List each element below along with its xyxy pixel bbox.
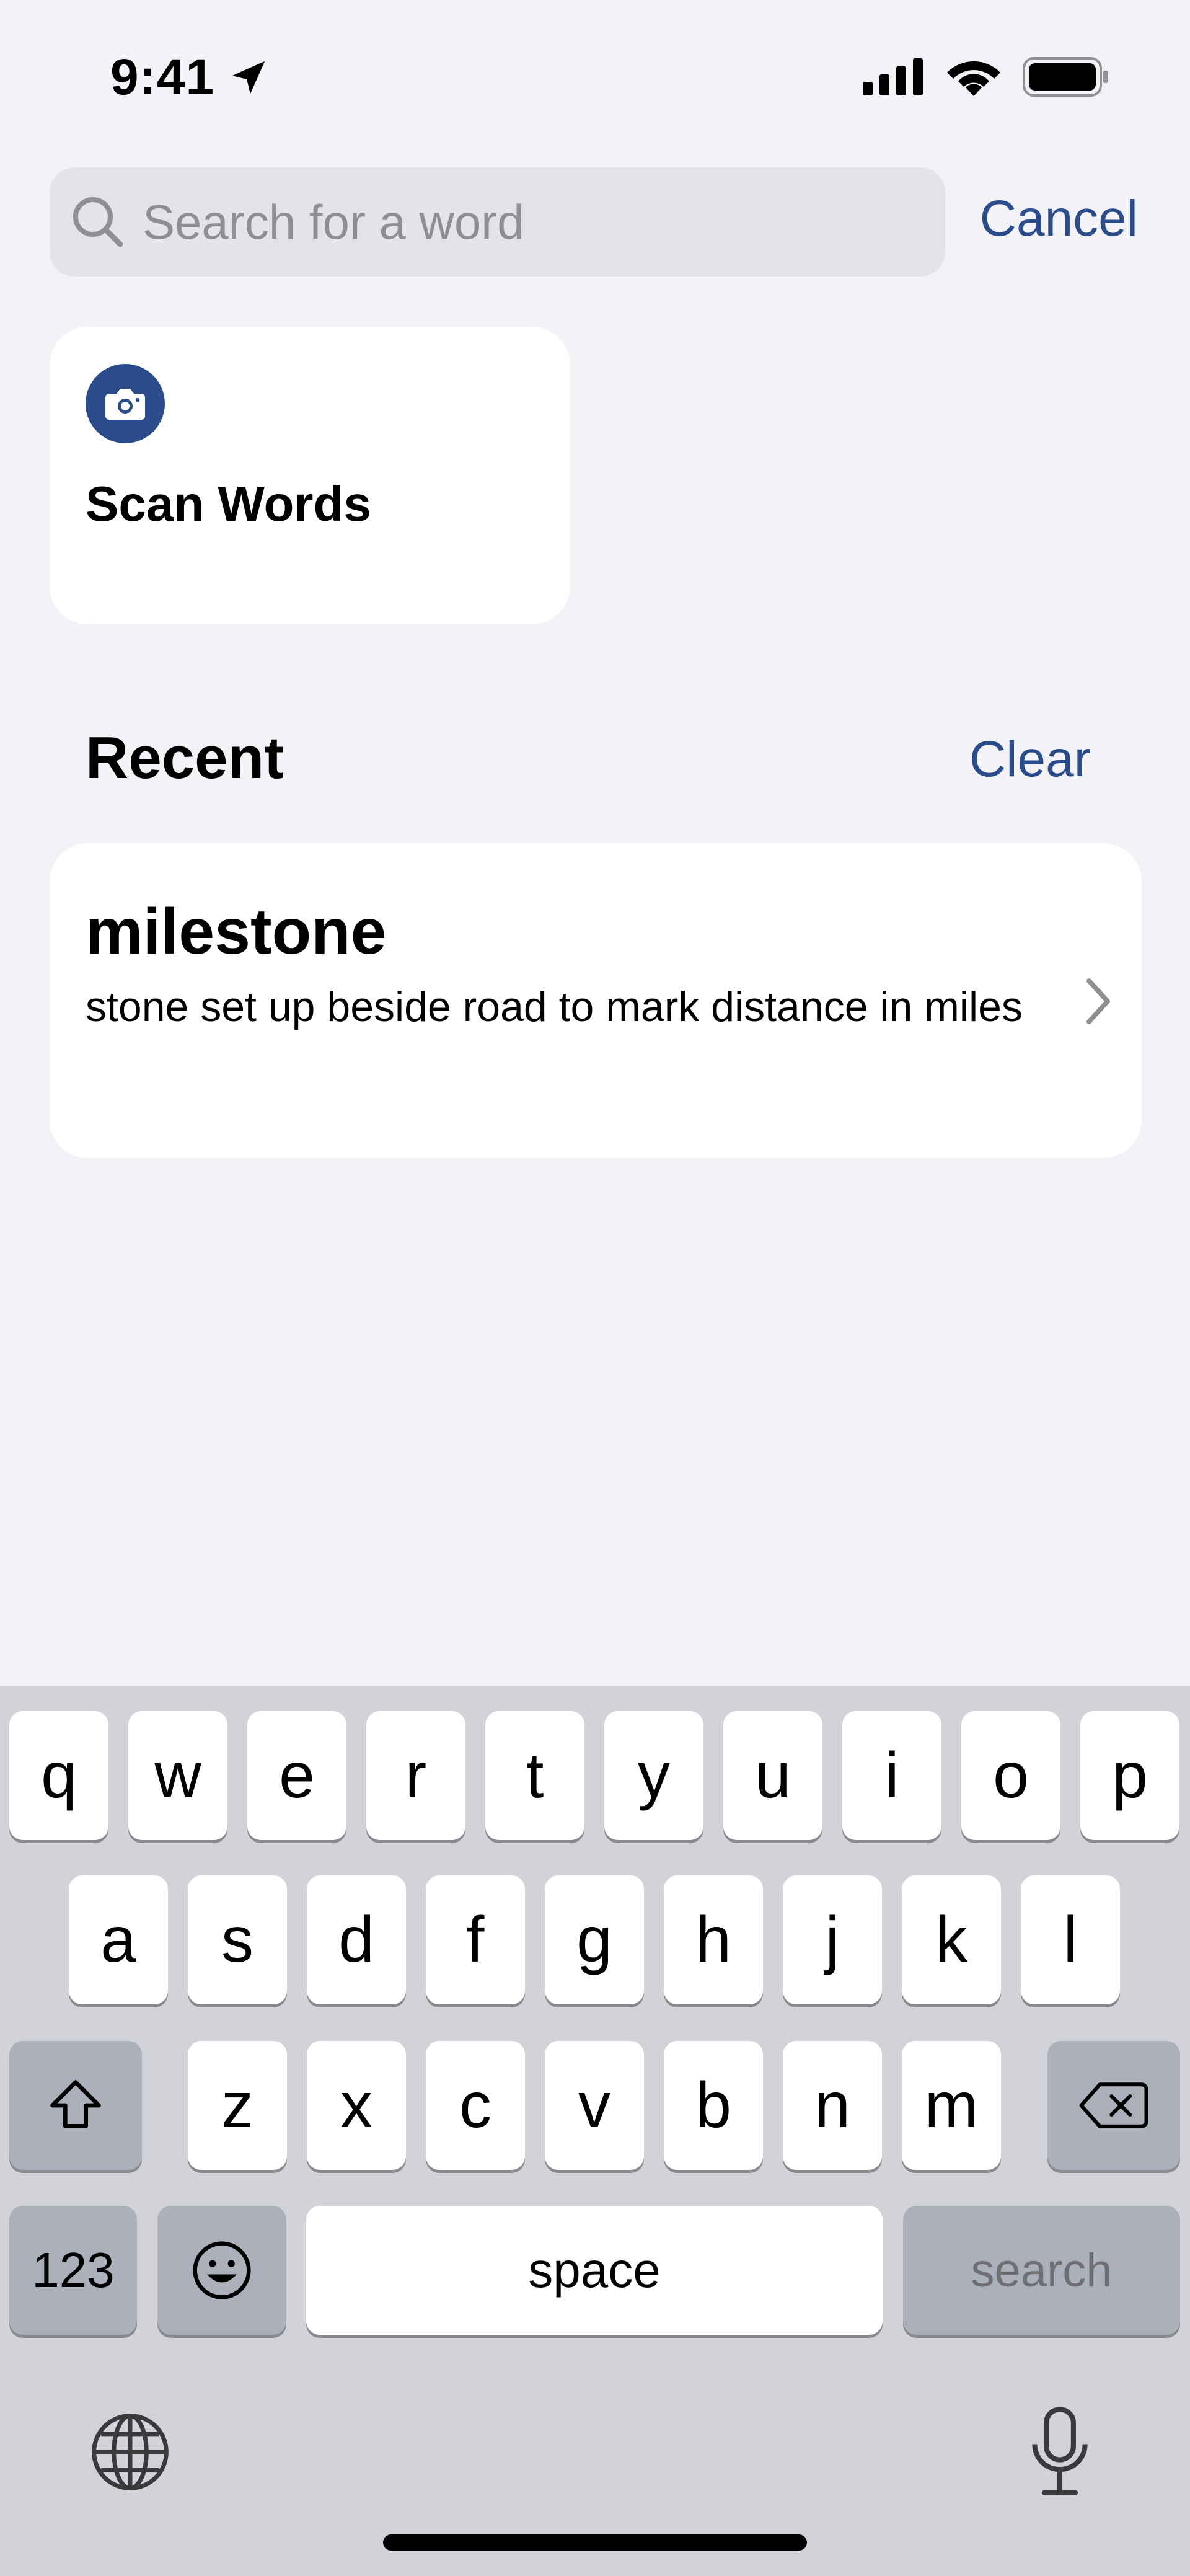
globe-icon[interactable] <box>87 2409 174 2495</box>
keyboard: q w e r t y u i o p a s d f g h j k l z … <box>0 1686 1190 2576</box>
key-n[interactable]: n <box>783 2041 882 2170</box>
search-icon <box>73 197 123 247</box>
wifi-icon <box>947 61 1000 96</box>
space-key[interactable]: space <box>306 2206 883 2335</box>
key-q[interactable]: q <box>9 1711 108 1840</box>
key-r[interactable]: r <box>366 1711 465 1840</box>
cellular-signal-icon <box>863 58 923 95</box>
microphone-icon[interactable] <box>1029 2406 1091 2499</box>
status-time-container: 9:41 <box>110 48 270 107</box>
search-field[interactable] <box>50 167 945 277</box>
key-w[interactable]: w <box>128 1711 227 1840</box>
key-l[interactable]: l <box>1021 1875 1120 2004</box>
scan-icon-badge <box>86 364 165 443</box>
key-a[interactable]: a <box>69 1875 168 2004</box>
search-input[interactable] <box>143 193 923 250</box>
clear-button[interactable]: Clear <box>969 730 1091 789</box>
key-x[interactable]: x <box>307 2041 406 2170</box>
key-i[interactable]: i <box>842 1711 941 1840</box>
numbers-key[interactable]: 123 <box>9 2206 137 2335</box>
delete-icon <box>1079 2082 1148 2128</box>
key-v[interactable]: v <box>545 2041 644 2170</box>
key-f[interactable]: f <box>426 1875 525 2004</box>
camera-icon <box>105 389 145 420</box>
status-icons <box>863 57 1109 97</box>
key-y[interactable]: y <box>604 1711 703 1840</box>
key-s[interactable]: s <box>188 1875 287 2004</box>
status-time: 9:41 <box>110 49 215 105</box>
recent-item-word: milestone <box>86 896 387 968</box>
key-c[interactable]: c <box>426 2041 525 2170</box>
key-d[interactable]: d <box>307 1875 406 2004</box>
battery-icon <box>1023 57 1108 97</box>
recent-item-definition: stone set up beside road to mark distanc… <box>86 983 1023 1030</box>
recent-item[interactable]: milestone stone set up beside road to ma… <box>50 843 1142 1158</box>
key-m[interactable]: m <box>902 2041 1001 2170</box>
key-g[interactable]: g <box>545 1875 644 2004</box>
shift-icon <box>50 2080 101 2128</box>
key-o[interactable]: o <box>961 1711 1060 1840</box>
cancel-button[interactable]: Cancel <box>980 190 1138 248</box>
search-screen: 9:41 Cancel <box>0 0 1190 2576</box>
search-return-key[interactable]: search <box>903 2206 1180 2335</box>
key-z[interactable]: z <box>188 2041 287 2170</box>
key-k[interactable]: k <box>902 1875 1001 2004</box>
key-p[interactable]: p <box>1080 1711 1179 1840</box>
location-arrow-icon <box>232 61 265 94</box>
emoji-icon <box>193 2241 251 2299</box>
shift-key[interactable] <box>9 2041 142 2170</box>
scan-words-label: Scan Words <box>86 476 371 531</box>
recent-heading: Recent <box>86 725 284 791</box>
key-h[interactable]: h <box>664 1875 763 2004</box>
scan-words-card[interactable]: Scan Words <box>50 327 570 624</box>
emoji-key[interactable] <box>157 2206 286 2335</box>
key-j[interactable]: j <box>783 1875 882 2004</box>
key-t[interactable]: t <box>485 1711 584 1840</box>
home-indicator <box>383 2534 807 2551</box>
chevron-right-icon <box>1086 978 1110 1024</box>
delete-key[interactable] <box>1047 2041 1180 2170</box>
key-u[interactable]: u <box>723 1711 822 1840</box>
key-e[interactable]: e <box>247 1711 346 1840</box>
key-b[interactable]: b <box>664 2041 763 2170</box>
